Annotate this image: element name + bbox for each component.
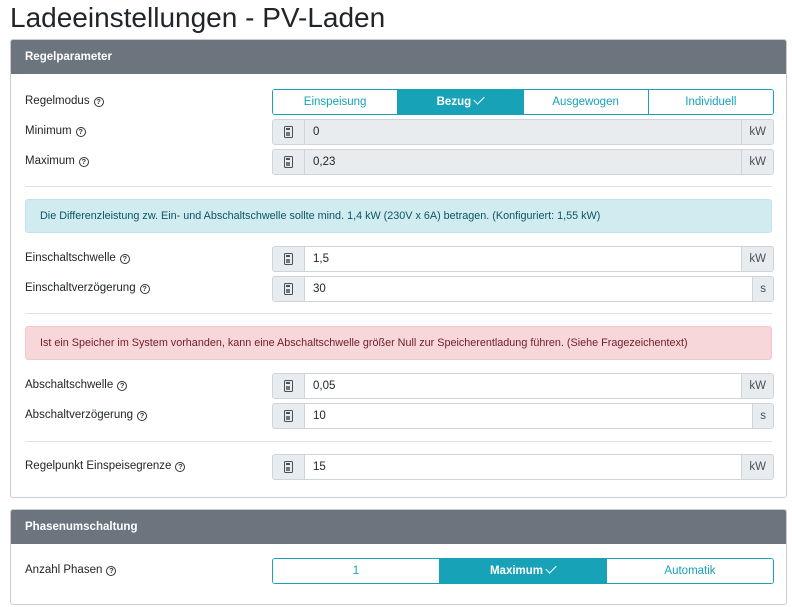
calculator-icon	[284, 380, 293, 392]
regelpunkt-field[interactable]: 15	[305, 454, 742, 480]
regelmodus-option-einspeisung[interactable]: Einspeisung	[273, 90, 399, 114]
abschaltschwelle-row: Abschaltschwelle? 0,05 kW	[25, 373, 774, 399]
calculator-icon	[284, 253, 293, 265]
abschaltschwelle-field[interactable]: 0,05	[305, 373, 742, 399]
check-icon	[545, 562, 557, 574]
regelpunkt-row: Regelpunkt Einspeisegrenze? 15 kW	[25, 454, 774, 480]
regelpunkt-label: Regelpunkt Einspeisegrenze?	[25, 454, 186, 478]
regelmodus-option-bezug[interactable]: Bezug	[398, 90, 524, 114]
anzahl-phasen-row: Anzahl Phasen? 1 Maximum Automatik	[25, 558, 774, 584]
calculator-icon	[284, 461, 293, 473]
help-icon[interactable]: ?	[175, 462, 186, 472]
help-icon[interactable]: ?	[119, 254, 130, 264]
abschaltverzoegerung-unit: s	[752, 403, 774, 429]
calculator-button[interactable]	[272, 403, 305, 429]
check-icon	[473, 93, 485, 105]
minimum-input-group: 0 kW	[272, 119, 774, 145]
einschaltverzoegerung-row: Einschaltverzögerung? 30 s	[25, 276, 774, 302]
regelmodus-option-ausgewogen[interactable]: Ausgewogen	[523, 90, 649, 114]
calculator-button[interactable]	[272, 373, 305, 399]
einschaltverzoegerung-field[interactable]: 30	[305, 276, 753, 302]
page-title: Ladeeinstellungen - PV-Laden	[10, 2, 386, 33]
einschaltverzoegerung-unit: s	[752, 276, 774, 302]
calculator-icon	[284, 126, 293, 138]
abschaltschwelle-input-group: 0,05 kW	[272, 373, 774, 399]
calculator-button[interactable]	[272, 119, 305, 145]
help-icon[interactable]: ?	[139, 284, 150, 294]
divider	[25, 441, 772, 442]
regelpunkt-unit: kW	[741, 454, 774, 480]
calculator-button[interactable]	[272, 276, 305, 302]
calculator-icon	[284, 283, 293, 295]
maximum-unit: kW	[741, 149, 774, 175]
einschaltschwelle-row: Einschaltschwelle? 1,5 kW	[25, 246, 774, 272]
phasen-option-1[interactable]: 1	[273, 559, 440, 583]
einschaltschwelle-label: Einschaltschwelle?	[25, 246, 130, 270]
help-icon[interactable]: ?	[117, 381, 128, 391]
regelmodus-row: Regelmodus? Einspeisung Bezug Ausgewogen…	[25, 89, 774, 115]
calculator-button[interactable]	[272, 246, 305, 272]
help-icon[interactable]: ?	[75, 127, 86, 137]
maximum-label: Maximum?	[25, 149, 89, 173]
minimum-label: Minimum?	[25, 119, 86, 143]
regelpunkt-input-group: 15 kW	[272, 454, 774, 480]
phasen-option-automatik[interactable]: Automatik	[607, 559, 773, 583]
phasen-option-maximum[interactable]: Maximum	[440, 559, 607, 583]
maximum-row: Maximum? 0,23 kW	[25, 149, 774, 175]
minimum-unit: kW	[741, 119, 774, 145]
einschaltschwelle-unit: kW	[741, 246, 774, 272]
maximum-input-group: 0,23 kW	[272, 149, 774, 175]
einschaltverzoegerung-input-group: 30 s	[272, 276, 774, 302]
danger-alert: Ist ein Speicher im System vorhanden, ka…	[25, 326, 772, 360]
calculator-button[interactable]	[272, 454, 305, 480]
einschaltschwelle-input-group: 1,5 kW	[272, 246, 774, 272]
abschaltverzoegerung-row: Abschaltverzögerung? 10 s	[25, 403, 774, 429]
abschaltschwelle-unit: kW	[741, 373, 774, 399]
calculator-icon	[284, 156, 293, 168]
regelmodus-option-individuell[interactable]: Individuell	[648, 90, 773, 114]
abschaltverzoegerung-input-group: 10 s	[272, 403, 774, 429]
regelmodus-label: Regelmodus?	[25, 89, 104, 113]
info-alert: Die Differenzleistung zw. Ein- und Absch…	[25, 199, 772, 233]
divider	[25, 313, 772, 314]
maximum-field: 0,23	[305, 149, 742, 175]
regelparameter-header: Regelparameter	[11, 40, 786, 74]
abschaltschwelle-label: Abschaltschwelle?	[25, 373, 128, 397]
help-icon[interactable]: ?	[106, 566, 117, 576]
calculator-icon	[284, 410, 293, 422]
help-icon[interactable]: ?	[137, 411, 148, 421]
minimum-row: Minimum? 0 kW	[25, 119, 774, 145]
calculator-button[interactable]	[272, 149, 305, 175]
abschaltverzoegerung-label: Abschaltverzögerung?	[25, 403, 148, 427]
minimum-field: 0	[305, 119, 742, 145]
divider	[25, 186, 772, 187]
phasenumschaltung-header: Phasenumschaltung	[11, 510, 786, 544]
anzahl-phasen-label: Anzahl Phasen?	[25, 558, 117, 582]
abschaltverzoegerung-field[interactable]: 10	[305, 403, 753, 429]
anzahl-phasen-selector: 1 Maximum Automatik	[272, 558, 774, 584]
einschaltschwelle-field[interactable]: 1,5	[305, 246, 742, 272]
help-icon[interactable]: ?	[93, 97, 104, 107]
einschaltverzoegerung-label: Einschaltverzögerung?	[25, 276, 150, 300]
help-icon[interactable]: ?	[78, 157, 89, 167]
regelmodus-selector: Einspeisung Bezug Ausgewogen Individuell	[272, 89, 774, 115]
regelparameter-card: Regelparameter Regelmodus? Einspeisung B…	[10, 39, 787, 498]
phasenumschaltung-card: Phasenumschaltung Anzahl Phasen? 1 Maxim…	[10, 509, 787, 605]
